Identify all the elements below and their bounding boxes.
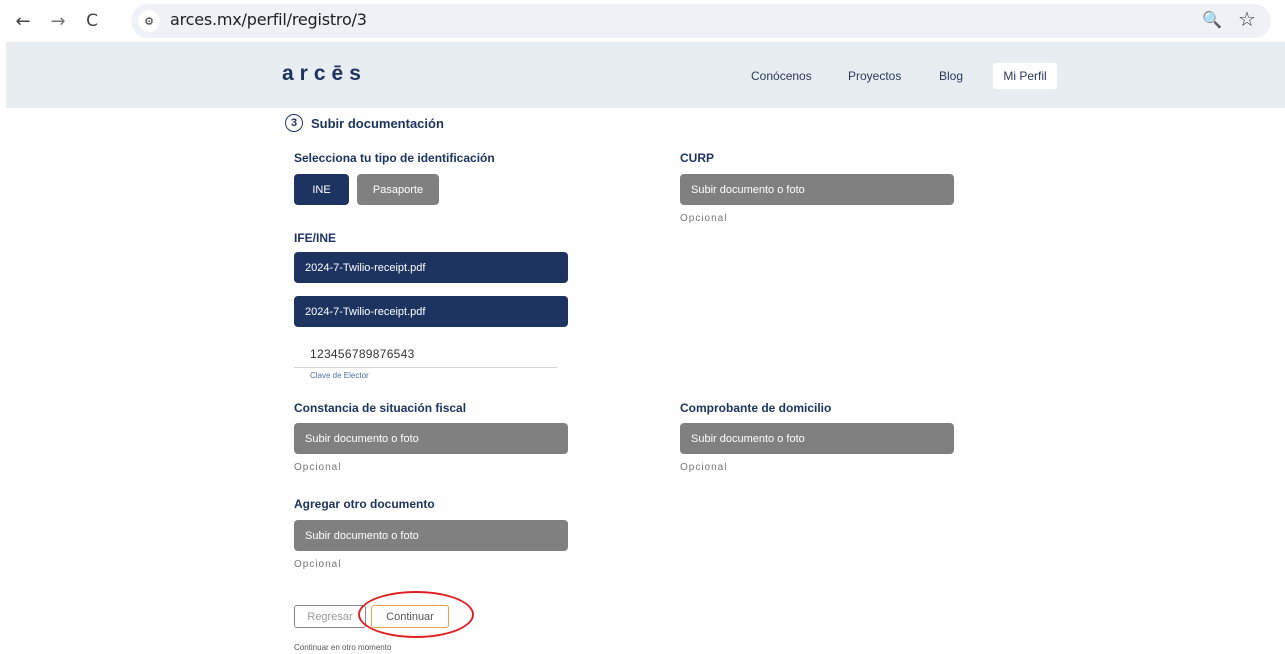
ife-ine-label: IFE/INE [294,231,337,245]
curp-upload-button[interactable]: Subir documento o foto [680,174,954,205]
curp-optional-note: Opcional [680,213,728,224]
identification-type-label: Selecciona tu tipo de identificación [294,151,495,165]
step-number-badge: 3 [285,114,303,132]
bookmark-star-icon[interactable]: ☆ [1238,7,1256,31]
nav-link-blog[interactable]: Blog [939,69,963,83]
browser-toolbar: ← → C ⚙ arces.mx/perfil/registro/3 🔍 ☆ [0,0,1285,42]
site-info-icon[interactable]: ⚙ [138,10,160,32]
ine-option-button[interactable]: INE [294,174,349,205]
constancia-upload-button[interactable]: Subir documento o foto [294,423,568,454]
reload-icon[interactable]: C [79,8,105,34]
constancia-optional-note: Opcional [294,462,342,473]
clave-elector-underline [294,367,557,368]
continuar-button[interactable]: Continuar [371,605,449,628]
continuar-en-otro-momento-link[interactable]: Continuar en otro momento [294,643,391,652]
arces-logo[interactable]: arcēs [282,62,367,86]
back-arrow-icon[interactable]: ← [10,8,36,34]
regresar-button[interactable]: Regresar [294,605,366,628]
otro-documento-optional-note: Opcional [294,559,342,570]
ine-back-file-button[interactable]: 2024-7-Twilio-receipt.pdf [294,296,568,327]
url-text[interactable]: arces.mx/perfil/registro/3 [170,10,367,29]
ine-front-file-button[interactable]: 2024-7-Twilio-receipt.pdf [294,252,568,283]
otro-documento-upload-button[interactable]: Subir documento o foto [294,520,568,551]
otro-documento-label: Agregar otro documento [294,497,435,511]
step-title: Subir documentación [311,116,444,131]
forward-arrow-icon[interactable]: → [45,8,71,34]
comprobante-optional-note: Opcional [680,462,728,473]
nav-link-conocenos[interactable]: Conócenos [751,69,812,83]
constancia-label: Constancia de situación fiscal [294,401,467,415]
pasaporte-option-button[interactable]: Pasaporte [357,174,439,205]
clave-elector-input[interactable]: 123456789876543 [310,347,415,361]
site-header: arcēs Conócenos Proyectos Blog Mi Perfil [6,42,1285,108]
clave-elector-label: Clave de Elector [310,371,369,380]
comprobante-label: Comprobante de domicilio [680,401,832,415]
curp-label: CURP [680,151,715,165]
zoom-icon[interactable]: 🔍 [1202,10,1222,29]
nav-mi-perfil-button[interactable]: Mi Perfil [993,63,1057,89]
nav-link-proyectos[interactable]: Proyectos [848,69,901,83]
comprobante-upload-button[interactable]: Subir documento o foto [680,423,954,454]
